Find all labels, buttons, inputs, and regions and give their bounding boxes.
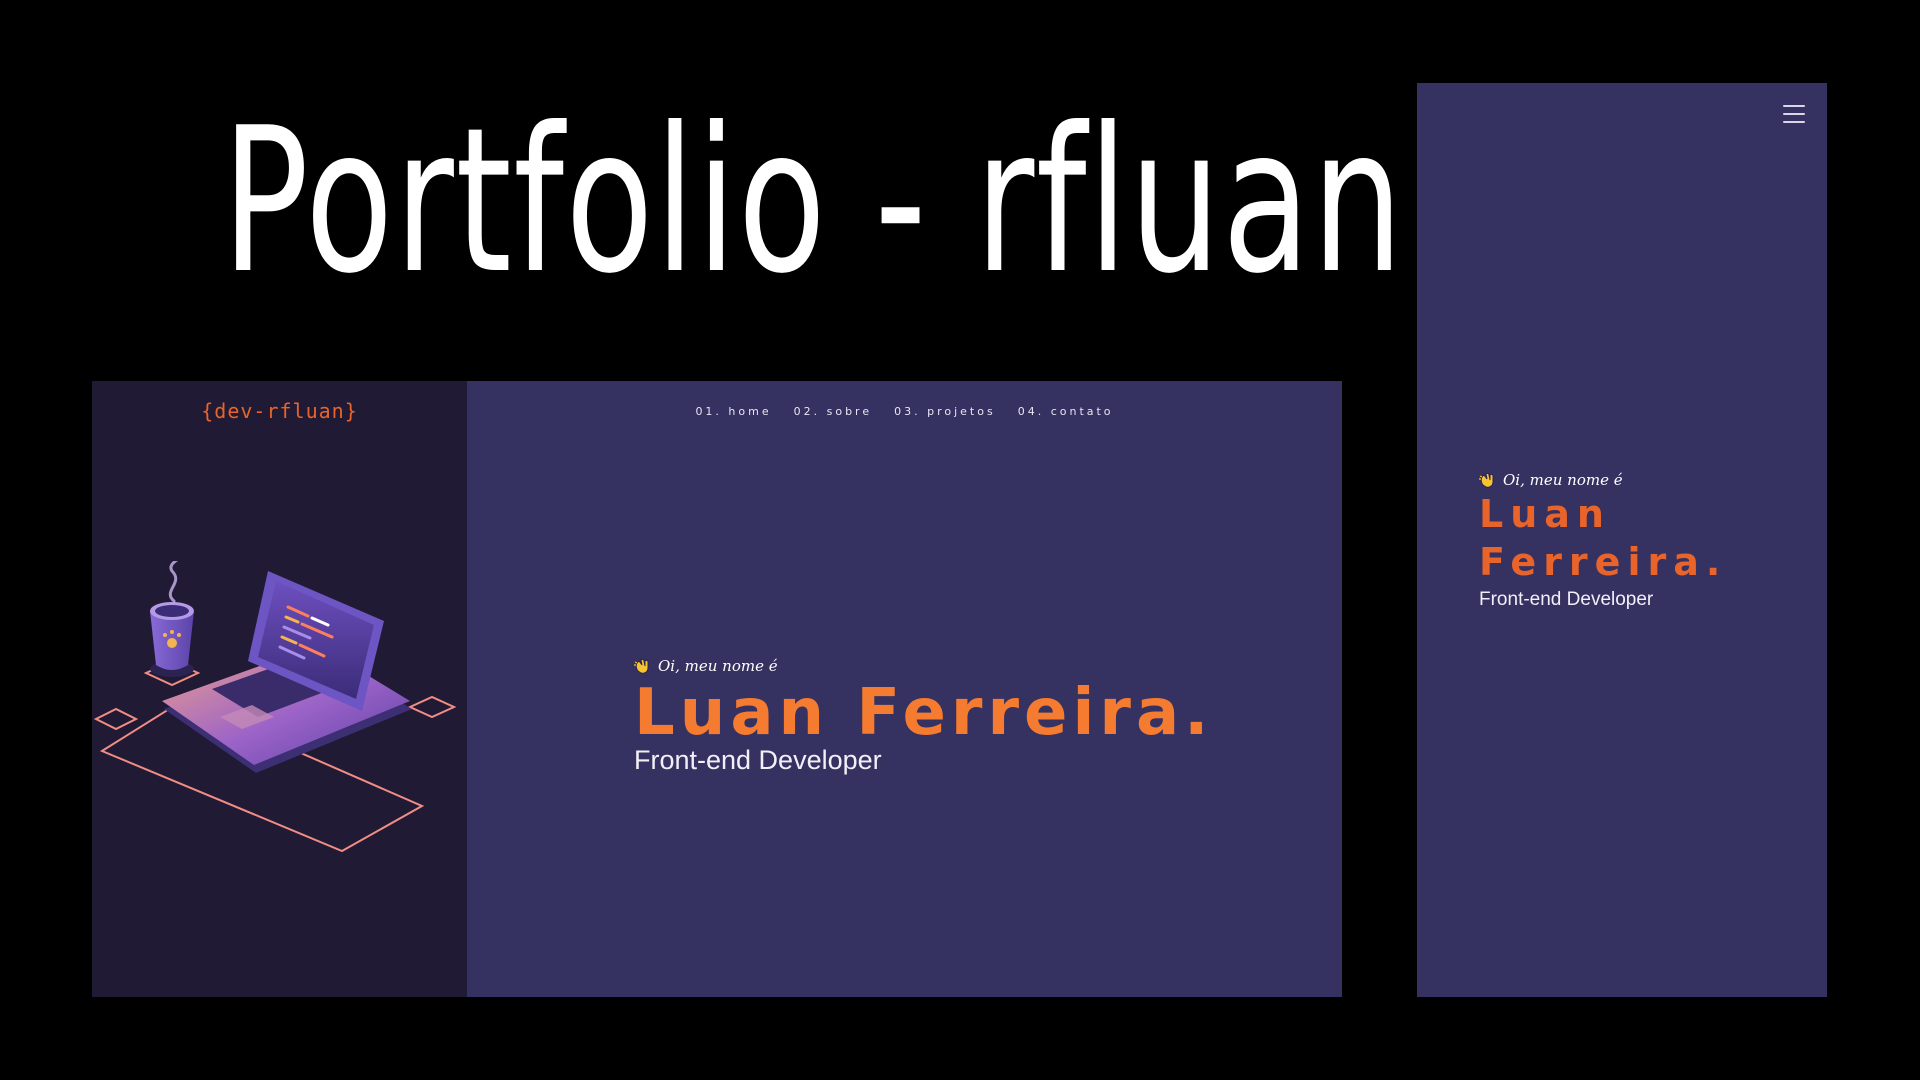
mobile-greeting: Oi, meu nome é — [1479, 471, 1727, 489]
page-title: Portfolio - rfluan — [222, 85, 1405, 318]
greeting-text: Oi, meu nome é — [658, 657, 778, 675]
laptop-coffee-illustration — [93, 561, 457, 853]
site-logo[interactable]: {dev-rfluan} — [92, 399, 467, 423]
nav-item-sobre[interactable]: 02. sobre — [794, 405, 872, 418]
desktop-sidebar: {dev-rfluan} — [92, 381, 467, 997]
mobile-name-line-2: Ferreira. — [1479, 540, 1728, 584]
mobile-greeting-text: Oi, meu nome é — [1503, 471, 1623, 489]
hero-section: Oi, meu nome é Luan Ferreira. Front-end … — [634, 657, 1213, 776]
nav-item-home[interactable]: 01. home — [695, 405, 771, 418]
mobile-name-line-1: Luan — [1479, 492, 1611, 536]
desktop-main: 01. home 02. sobre 03. projetos 04. cont… — [467, 381, 1342, 997]
desktop-preview: {dev-rfluan} 01. home 02. sobre 03. proj… — [92, 381, 1342, 997]
mobile-preview: Oi, meu nome é Luan Ferreira. Front-end … — [1417, 83, 1827, 997]
mobile-hero-section: Oi, meu nome é Luan Ferreira. Front-end … — [1479, 471, 1727, 611]
hamburger-menu-icon[interactable] — [1783, 105, 1805, 123]
nav-item-contato[interactable]: 04. contato — [1018, 405, 1114, 418]
mobile-role: Front-end Developer — [1479, 589, 1654, 610]
showcase-canvas: Portfolio - rfluan {dev-rfluan} 01. home… — [0, 0, 1920, 1080]
nav-item-projetos[interactable]: 03. projetos — [894, 405, 996, 418]
main-navigation: 01. home 02. sobre 03. projetos 04. cont… — [467, 405, 1342, 418]
waving-hand-icon — [634, 658, 649, 674]
greeting: Oi, meu nome é — [634, 657, 1213, 675]
waving-hand-icon — [1479, 472, 1494, 488]
hero-name: Luan Ferreira. — [634, 676, 1214, 750]
